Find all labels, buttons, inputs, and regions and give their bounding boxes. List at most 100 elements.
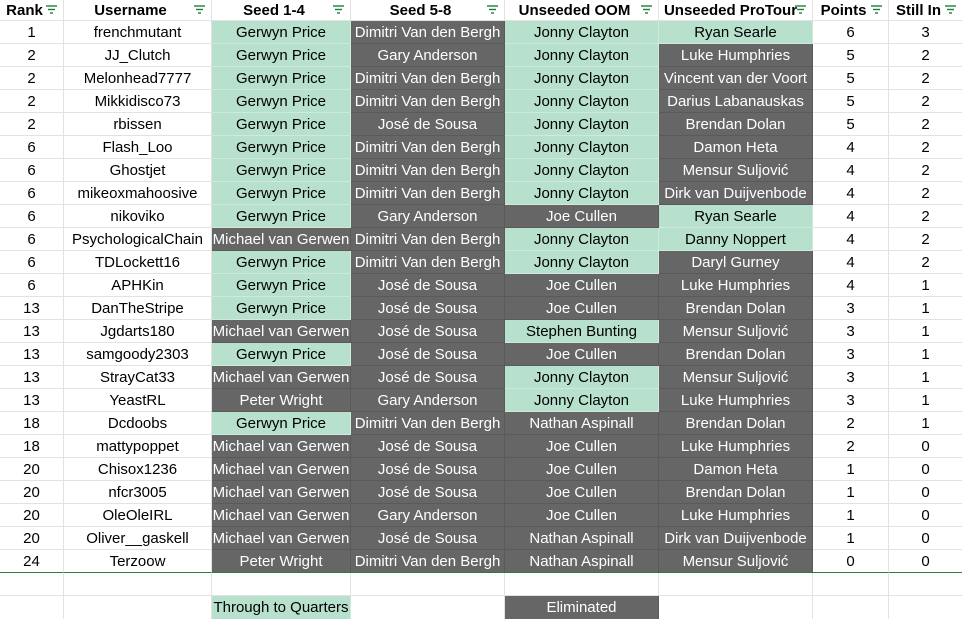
cell[interactable] <box>659 596 813 619</box>
rank-cell[interactable]: 24 <box>0 550 64 573</box>
still-in-cell[interactable]: 1 <box>889 389 962 412</box>
username-cell[interactable]: nikoviko <box>64 205 212 228</box>
username-cell[interactable]: nfcr3005 <box>64 481 212 504</box>
points-cell[interactable]: 3 <box>813 366 889 389</box>
seed-5-8-cell[interactable]: José de Sousa <box>351 274 505 297</box>
unseeded-oom-cell[interactable]: Joe Cullen <box>505 458 659 481</box>
username-cell[interactable]: Ghostjet <box>64 159 212 182</box>
filter-icon[interactable] <box>945 5 957 15</box>
unseeded-oom-cell[interactable]: Nathan Aspinall <box>505 412 659 435</box>
unseeded-protour-cell[interactable]: Damon Heta <box>659 136 813 159</box>
cell[interactable] <box>889 596 962 619</box>
seed-1-4-cell[interactable]: Michael van Gerwen <box>212 366 351 389</box>
column-header-unseeded-oom[interactable]: Unseeded OOM <box>505 0 659 21</box>
unseeded-oom-cell[interactable]: Nathan Aspinall <box>505 527 659 550</box>
rank-cell[interactable]: 20 <box>0 504 64 527</box>
unseeded-oom-cell[interactable]: Nathan Aspinall <box>505 550 659 573</box>
username-cell[interactable]: JJ_Clutch <box>64 44 212 67</box>
rank-cell[interactable]: 13 <box>0 366 64 389</box>
points-cell[interactable]: 3 <box>813 297 889 320</box>
seed-1-4-cell[interactable]: Gerwyn Price <box>212 136 351 159</box>
points-cell[interactable]: 5 <box>813 67 889 90</box>
unseeded-protour-cell[interactable]: Brendan Dolan <box>659 343 813 366</box>
points-cell[interactable]: 6 <box>813 21 889 44</box>
seed-5-8-cell[interactable]: Dimitri Van den Bergh <box>351 182 505 205</box>
unseeded-protour-cell[interactable]: Luke Humphries <box>659 435 813 458</box>
unseeded-oom-cell[interactable]: Jonny Clayton <box>505 21 659 44</box>
unseeded-protour-cell[interactable]: Ryan Searle <box>659 21 813 44</box>
unseeded-protour-cell[interactable]: Luke Humphries <box>659 389 813 412</box>
still-in-cell[interactable]: 2 <box>889 136 962 159</box>
seed-1-4-cell[interactable]: Gerwyn Price <box>212 297 351 320</box>
still-in-cell[interactable]: 2 <box>889 67 962 90</box>
still-in-cell[interactable]: 2 <box>889 182 962 205</box>
points-cell[interactable]: 0 <box>813 550 889 573</box>
seed-1-4-cell[interactable]: Michael van Gerwen <box>212 481 351 504</box>
still-in-cell[interactable]: 2 <box>889 90 962 113</box>
points-cell[interactable]: 3 <box>813 343 889 366</box>
points-cell[interactable]: 4 <box>813 274 889 297</box>
unseeded-protour-cell[interactable]: Brendan Dolan <box>659 297 813 320</box>
still-in-cell[interactable]: 0 <box>889 458 962 481</box>
rank-cell[interactable]: 6 <box>0 136 64 159</box>
unseeded-oom-cell[interactable]: Joe Cullen <box>505 297 659 320</box>
rank-cell[interactable]: 18 <box>0 412 64 435</box>
seed-5-8-cell[interactable]: Dimitri Van den Bergh <box>351 90 505 113</box>
cell[interactable] <box>64 596 212 619</box>
unseeded-protour-cell[interactable]: Daryl Gurney <box>659 251 813 274</box>
legend-through-to-quarters[interactable]: Through to Quarters <box>212 596 351 619</box>
rank-cell[interactable]: 6 <box>0 205 64 228</box>
still-in-cell[interactable]: 1 <box>889 366 962 389</box>
seed-5-8-cell[interactable]: Dimitri Van den Bergh <box>351 67 505 90</box>
still-in-cell[interactable]: 1 <box>889 412 962 435</box>
username-cell[interactable]: Oliver__gaskell <box>64 527 212 550</box>
seed-1-4-cell[interactable]: Gerwyn Price <box>212 21 351 44</box>
rank-cell[interactable]: 6 <box>0 228 64 251</box>
seed-1-4-cell[interactable]: Gerwyn Price <box>212 159 351 182</box>
rank-cell[interactable]: 13 <box>0 320 64 343</box>
still-in-cell[interactable]: 0 <box>889 435 962 458</box>
still-in-cell[interactable]: 2 <box>889 44 962 67</box>
seed-5-8-cell[interactable]: Gary Anderson <box>351 504 505 527</box>
points-cell[interactable]: 5 <box>813 90 889 113</box>
unseeded-protour-cell[interactable]: Vincent van der Voort <box>659 67 813 90</box>
filter-icon[interactable] <box>871 5 883 15</box>
points-cell[interactable]: 1 <box>813 458 889 481</box>
seed-5-8-cell[interactable]: José de Sousa <box>351 297 505 320</box>
unseeded-protour-cell[interactable]: Brendan Dolan <box>659 481 813 504</box>
seed-1-4-cell[interactable]: Peter Wright <box>212 389 351 412</box>
still-in-cell[interactable]: 1 <box>889 297 962 320</box>
rank-cell[interactable]: 18 <box>0 435 64 458</box>
seed-1-4-cell[interactable]: Michael van Gerwen <box>212 228 351 251</box>
unseeded-oom-cell[interactable]: Joe Cullen <box>505 274 659 297</box>
still-in-cell[interactable]: 1 <box>889 343 962 366</box>
column-header-rank[interactable]: Rank <box>0 0 64 21</box>
unseeded-oom-cell[interactable]: Joe Cullen <box>505 435 659 458</box>
filter-icon[interactable] <box>487 5 499 15</box>
seed-1-4-cell[interactable]: Gerwyn Price <box>212 205 351 228</box>
column-header-unseeded-protour[interactable]: Unseeded ProTour <box>659 0 813 21</box>
username-cell[interactable]: YeastRL <box>64 389 212 412</box>
still-in-cell[interactable]: 2 <box>889 228 962 251</box>
rank-cell[interactable]: 20 <box>0 527 64 550</box>
rank-cell[interactable]: 6 <box>0 182 64 205</box>
unseeded-protour-cell[interactable]: Mensur Suljović <box>659 320 813 343</box>
still-in-cell[interactable]: 2 <box>889 205 962 228</box>
points-cell[interactable]: 4 <box>813 205 889 228</box>
column-header-username[interactable]: Username <box>64 0 212 21</box>
column-header-seed-1-4[interactable]: Seed 1-4 <box>212 0 351 21</box>
points-cell[interactable]: 5 <box>813 113 889 136</box>
cell[interactable] <box>813 573 889 596</box>
still-in-cell[interactable]: 3 <box>889 21 962 44</box>
points-cell[interactable]: 3 <box>813 320 889 343</box>
cell[interactable] <box>0 596 64 619</box>
seed-1-4-cell[interactable]: Gerwyn Price <box>212 343 351 366</box>
username-cell[interactable]: Flash_Loo <box>64 136 212 159</box>
username-cell[interactable]: mattypoppet <box>64 435 212 458</box>
cell[interactable] <box>813 596 889 619</box>
unseeded-oom-cell[interactable]: Jonny Clayton <box>505 136 659 159</box>
rank-cell[interactable]: 13 <box>0 389 64 412</box>
seed-1-4-cell[interactable]: Michael van Gerwen <box>212 458 351 481</box>
column-header-still-in[interactable]: Still In <box>889 0 962 21</box>
points-cell[interactable]: 1 <box>813 504 889 527</box>
